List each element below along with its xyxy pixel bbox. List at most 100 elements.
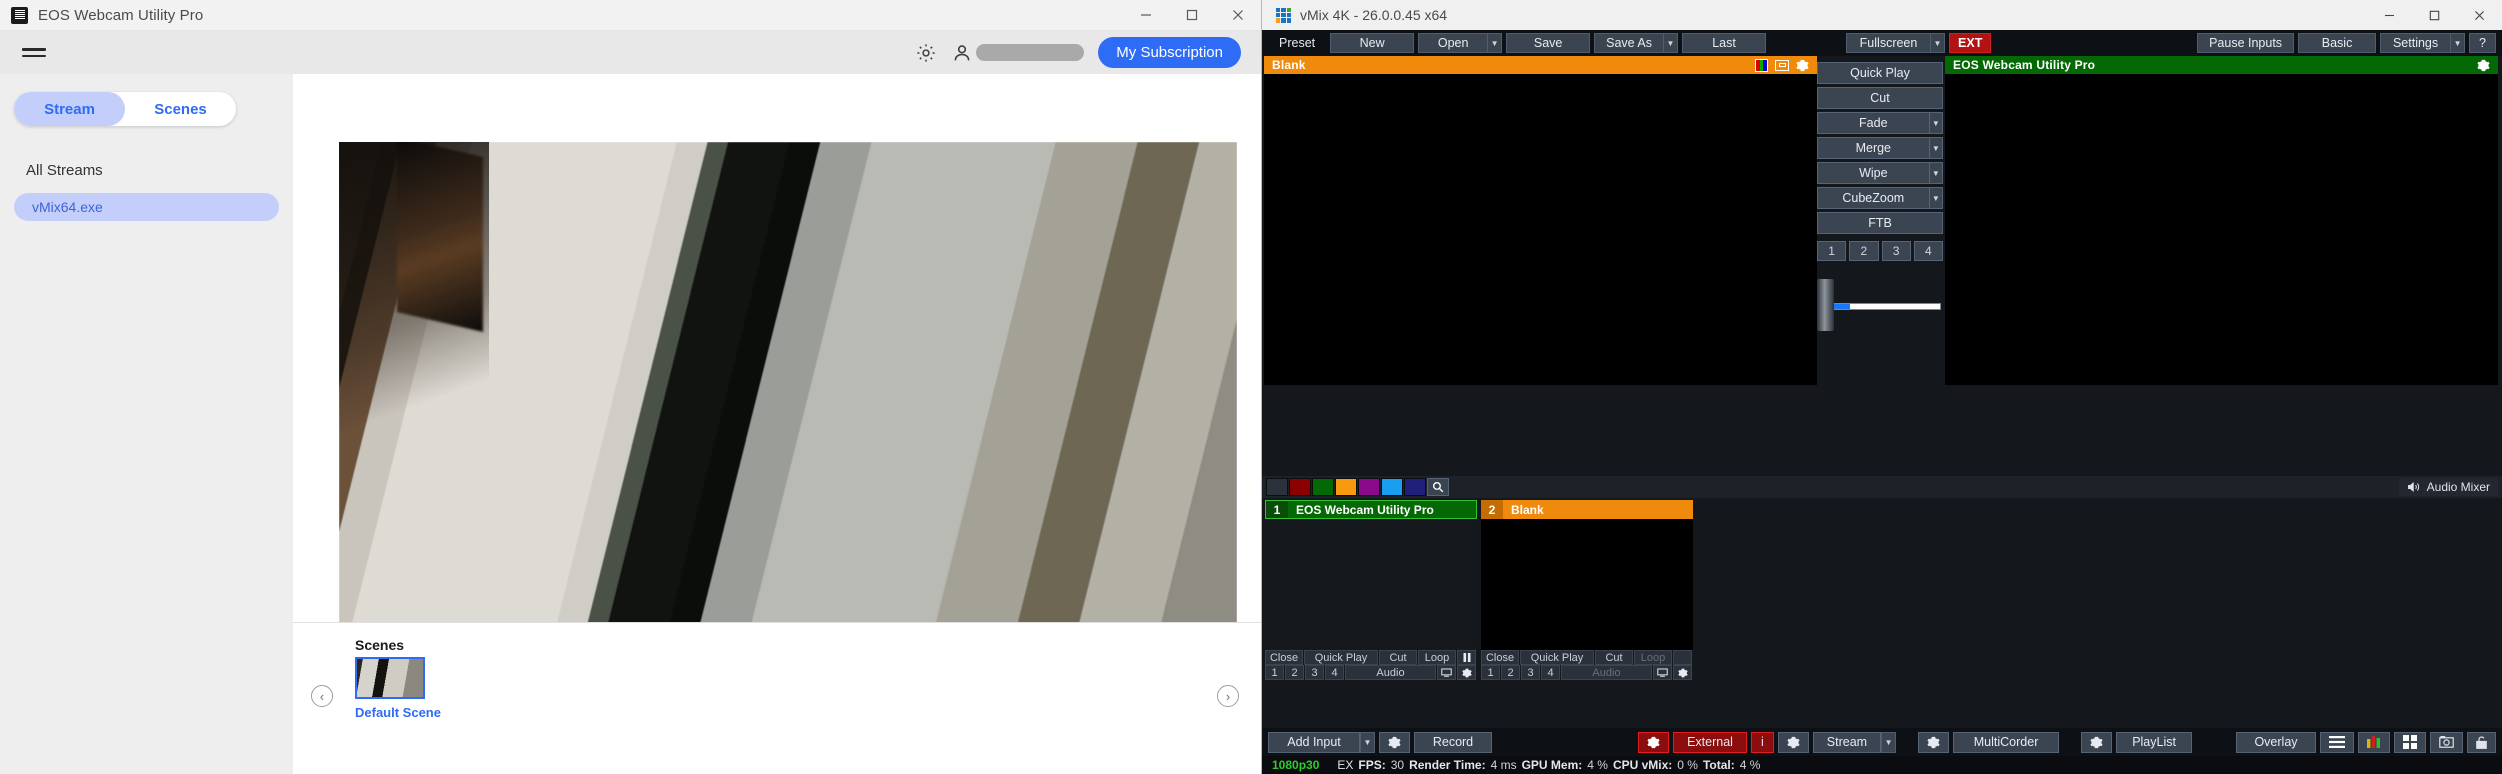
cut-button[interactable]: Cut <box>1817 87 1943 109</box>
pause-icon[interactable] <box>1457 650 1476 665</box>
save-as-button[interactable]: Save As <box>1594 33 1664 53</box>
basic-button[interactable]: Basic <box>2298 33 2377 53</box>
transition-slot-1[interactable]: 1 <box>1817 241 1847 261</box>
transition-slot-2[interactable]: 2 <box>1849 241 1879 261</box>
gear-icon[interactable] <box>1673 665 1692 680</box>
cubezoom-button[interactable]: CubeZoom <box>1817 187 1929 209</box>
transition-slot-4[interactable]: 4 <box>1913 241 1943 261</box>
pause-inputs-button[interactable]: Pause Inputs <box>2197 33 2295 53</box>
chevron-down-icon[interactable]: ▼ <box>1487 33 1503 53</box>
color-swatch-blue[interactable] <box>1381 478 1403 496</box>
quick-play-button[interactable]: Quick Play <box>1817 62 1943 84</box>
monitor-icon[interactable] <box>1437 665 1456 680</box>
chevron-down-icon[interactable]: ▼ <box>2450 33 2466 53</box>
my-subscription-button[interactable]: My Subscription <box>1098 37 1241 68</box>
input-2-thumbnail[interactable] <box>1481 519 1693 650</box>
playlist-button[interactable]: PlayList <box>2116 731 2193 753</box>
t-bar[interactable] <box>1817 279 1943 331</box>
minimize-icon[interactable] <box>1123 0 1169 31</box>
snapshot-icon[interactable] <box>2430 731 2463 753</box>
t-bar-track[interactable] <box>1823 303 1941 310</box>
gear-icon[interactable] <box>1796 59 1809 72</box>
stream-settings-gear-icon[interactable] <box>1777 731 1809 753</box>
input-2-cut[interactable]: Cut <box>1595 650 1633 665</box>
monitor-icon[interactable] <box>1653 665 1672 680</box>
open-button[interactable]: Open <box>1418 33 1488 53</box>
multiview-icon[interactable] <box>2394 731 2426 753</box>
input-1-cut[interactable]: Cut <box>1379 650 1417 665</box>
multicorder-settings-gear-icon[interactable] <box>1918 731 1950 753</box>
stream-button[interactable]: Stream <box>1812 731 1882 753</box>
color-swatch-none[interactable] <box>1266 478 1288 496</box>
color-bars-icon[interactable] <box>1755 58 1768 72</box>
scene-card[interactable]: Default Scene <box>355 657 441 720</box>
search-icon[interactable] <box>1427 478 1449 496</box>
chevron-down-icon[interactable]: ▼ <box>1881 731 1897 753</box>
tab-scenes[interactable]: Scenes <box>125 92 236 126</box>
playlist-settings-gear-icon[interactable] <box>2081 731 2113 753</box>
hamburger-icon[interactable] <box>22 44 46 61</box>
t-bar-handle[interactable] <box>1817 279 1834 331</box>
input-1-slot-3[interactable]: 3 <box>1305 665 1324 680</box>
preview-video-area[interactable] <box>1264 74 1817 385</box>
input-2-quick-play[interactable]: Quick Play <box>1520 650 1594 665</box>
chevron-down-icon[interactable]: ▼ <box>1928 187 1943 209</box>
input-1-loop[interactable]: Loop <box>1418 650 1456 665</box>
input-1-slot-1[interactable]: 1 <box>1265 665 1284 680</box>
save-button[interactable]: Save <box>1506 33 1591 53</box>
input-2-slot-1[interactable]: 1 <box>1481 665 1500 680</box>
audio-levels-icon[interactable] <box>2358 731 2390 753</box>
new-button[interactable]: New <box>1330 33 1415 53</box>
lock-icon[interactable] <box>2467 731 2496 753</box>
help-button[interactable]: ? <box>2469 33 2496 53</box>
external-info-button[interactable]: i <box>1751 731 1774 753</box>
last-button[interactable]: Last <box>1682 33 1767 53</box>
input-2-slot-2[interactable]: 2 <box>1501 665 1520 680</box>
fullscreen-button[interactable]: Fullscreen <box>1846 33 1931 53</box>
chevron-down-icon[interactable]: ▼ <box>1928 112 1943 134</box>
input-1-quick-play[interactable]: Quick Play <box>1304 650 1378 665</box>
input-2-slot-3[interactable]: 3 <box>1521 665 1540 680</box>
program-video-area[interactable] <box>1945 74 2498 385</box>
input-1-slot-2[interactable]: 2 <box>1285 665 1304 680</box>
external-button[interactable]: External <box>1673 731 1747 753</box>
wipe-button[interactable]: Wipe <box>1817 162 1929 184</box>
ext-button[interactable]: EXT <box>1949 33 1992 53</box>
input-2-slot-4[interactable]: 4 <box>1541 665 1560 680</box>
scene-thumbnail[interactable] <box>355 657 425 699</box>
transition-slot-3[interactable]: 3 <box>1881 241 1911 261</box>
close-icon[interactable] <box>2457 0 2502 30</box>
color-swatch-green[interactable] <box>1312 478 1334 496</box>
input-1-close[interactable]: Close <box>1265 650 1303 665</box>
list-icon[interactable] <box>2320 731 2354 753</box>
chevron-down-icon[interactable]: ▼ <box>1928 137 1943 159</box>
input-1-thumbnail[interactable] <box>1265 519 1477 650</box>
add-input-button[interactable]: Add Input <box>1268 731 1360 753</box>
scenes-prev-button[interactable]: ‹ <box>311 685 333 707</box>
input-tile-2[interactable]: 2 Blank Close Quick Play Cut Loop 1 2 3 … <box>1481 500 1693 680</box>
sidebar-item-vmix64[interactable]: vMix64.exe <box>14 193 279 221</box>
gear-icon[interactable] <box>2477 59 2490 72</box>
gear-icon[interactable] <box>1379 731 1410 753</box>
fade-button[interactable]: Fade <box>1817 112 1929 134</box>
maximize-icon[interactable] <box>1169 0 1215 31</box>
overlay-button[interactable]: Overlay <box>2236 731 2316 753</box>
chevron-down-icon[interactable]: ▼ <box>1930 33 1946 53</box>
minimize-icon[interactable] <box>2367 0 2412 30</box>
input-1-slot-4[interactable]: 4 <box>1325 665 1344 680</box>
color-swatch-navy[interactable] <box>1404 478 1426 496</box>
color-swatch-red[interactable] <box>1289 478 1311 496</box>
scenes-next-button[interactable]: › <box>1217 685 1239 707</box>
settings-button[interactable]: Settings <box>2380 33 2451 53</box>
audio-mixer-button[interactable]: Audio Mixer <box>2398 478 2498 496</box>
external-settings-gear-icon[interactable] <box>1638 731 1669 753</box>
tab-stream[interactable]: Stream <box>14 92 125 126</box>
color-swatch-orange[interactable] <box>1335 478 1357 496</box>
input-tile-1[interactable]: 1 EOS Webcam Utility Pro Close Quick Pla… <box>1265 500 1477 680</box>
user-account[interactable] <box>951 42 1085 64</box>
input-2-close[interactable]: Close <box>1481 650 1519 665</box>
record-button[interactable]: Record <box>1414 731 1492 753</box>
gear-icon[interactable] <box>915 42 937 64</box>
close-icon[interactable] <box>1215 0 1261 31</box>
chevron-down-icon[interactable]: ▼ <box>1663 33 1679 53</box>
